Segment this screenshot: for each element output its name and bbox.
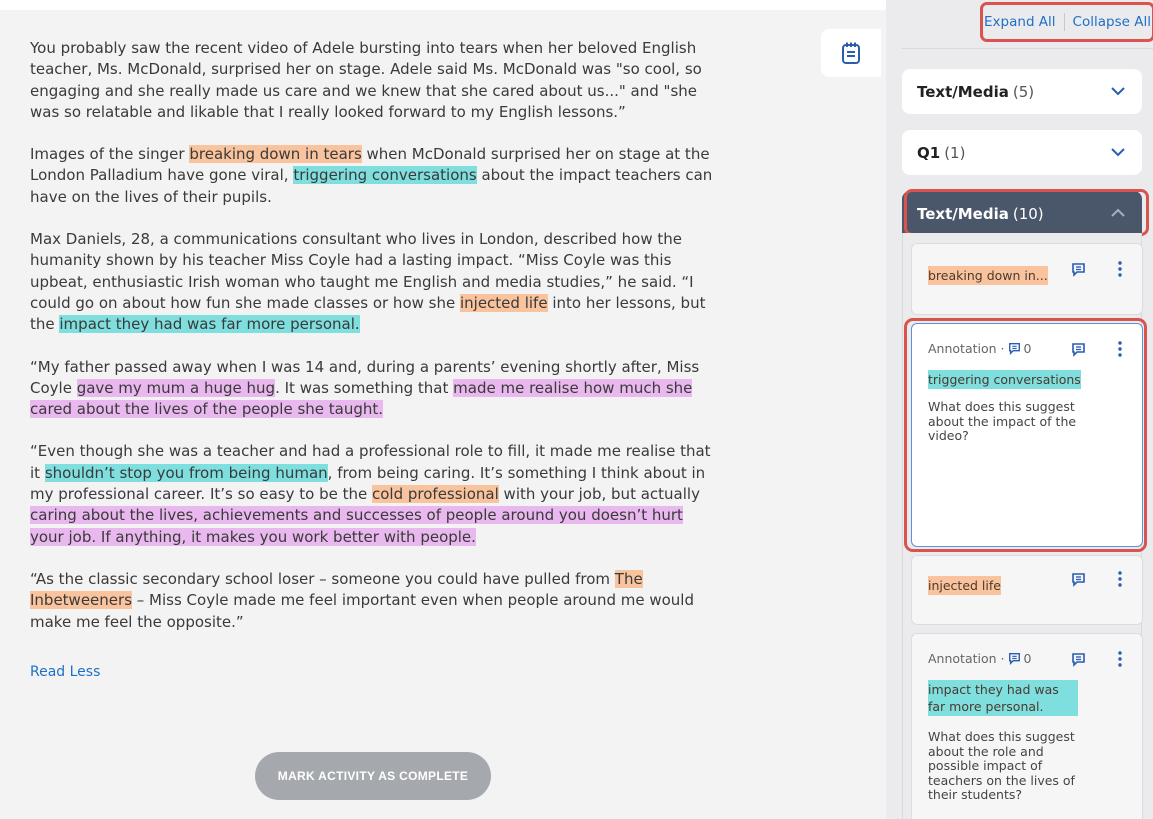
group-count: (10): [1012, 204, 1044, 223]
annotation-card-selected[interactable]: Annotation · 0 triggering conversations …: [911, 323, 1143, 547]
annotation-label: Annotation · 0: [928, 341, 1031, 356]
highlight-injected-life[interactable]: injected life: [459, 293, 548, 312]
expand-collapse-controls: Expand All Collapse All: [980, 2, 1153, 42]
article-text: You probably saw the recent video of Ade…: [30, 38, 720, 654]
group-q1[interactable]: Q1 (1): [902, 130, 1142, 175]
comment-icon[interactable]: [1071, 262, 1086, 277]
comment-icon: [1008, 653, 1020, 665]
text-span: Images of the singer: [30, 145, 190, 164]
paragraph-5: “Even though she was a teacher and had a…: [30, 441, 720, 547]
collapse-all-link[interactable]: Collapse All: [1073, 14, 1151, 30]
top-strip: [0, 0, 886, 10]
paragraph-4: “My father passed away when I was 14 and…: [30, 357, 720, 421]
chevron-up-icon: [1111, 208, 1125, 217]
annotation-note: What does this suggest about the role an…: [928, 729, 1075, 802]
comment-count: 0: [1023, 651, 1032, 666]
annotation-note: What does this suggest about the impact …: [928, 399, 1077, 443]
text-span: “As the classic secondary school loser –…: [30, 569, 615, 588]
paragraph-1: You probably saw the recent video of Ade…: [30, 39, 702, 121]
expand-all-link[interactable]: Expand All: [984, 14, 1056, 30]
annotation-label: Annotation · 0: [928, 651, 1031, 666]
highlight-triggering-conversations[interactable]: triggering conversations: [293, 166, 477, 185]
chevron-down-icon: [1111, 148, 1125, 157]
notes-toggle-button[interactable]: [821, 29, 881, 77]
paragraph-6: “As the classic secondary school loser –…: [30, 569, 720, 633]
annotation-snippet: breaking down in...: [928, 266, 1048, 285]
highlight-being-human[interactable]: shouldn’t stop you from being human: [44, 463, 328, 482]
annotation-card[interactable]: Annotation · 0 impact they had was far m…: [911, 633, 1143, 819]
paragraph-2: Images of the singer breaking down in te…: [30, 144, 720, 208]
highlight-impact-personal[interactable]: impact they had was far more personal.: [59, 315, 360, 334]
annotation-card[interactable]: injected life: [911, 555, 1143, 625]
kebab-menu-icon[interactable]: [1115, 650, 1125, 668]
highlight-breaking-down-in-tears[interactable]: breaking down in tears: [189, 145, 362, 164]
reading-pane: You probably saw the recent video of Ade…: [0, 0, 886, 819]
comment-count: 0: [1023, 341, 1032, 356]
kebab-menu-icon[interactable]: [1115, 340, 1125, 358]
highlight-cold-professional[interactable]: cold professional: [372, 485, 499, 504]
annotation-card[interactable]: breaking down in...: [911, 243, 1143, 315]
kebab-menu-icon[interactable]: [1115, 260, 1125, 278]
group-title: Q1: [917, 143, 941, 162]
group-title: Text/Media: [917, 82, 1009, 101]
text-span: with your job, but actually: [498, 485, 700, 504]
notebook-icon: [842, 42, 860, 64]
annotation-snippet: injected life: [928, 576, 1001, 595]
group-annotations-list: breaking down in... Annotation · 0 trigg…: [902, 233, 1143, 819]
kebab-menu-icon[interactable]: [1115, 570, 1125, 588]
comment-icon[interactable]: [1071, 572, 1086, 587]
paragraph-3: Max Daniels, 28, a communications consul…: [30, 229, 720, 335]
highlight-caring-about-lives[interactable]: caring about the lives, achievements and…: [30, 506, 683, 546]
group-title: Text/Media: [917, 204, 1009, 223]
chevron-down-icon: [1111, 87, 1125, 96]
text-span: . It was something that: [275, 378, 454, 397]
annotation-type: Annotation ·: [928, 651, 1005, 666]
group-text-media-5[interactable]: Text/Media (5): [902, 69, 1142, 114]
annotations-sidebar: Expand All Collapse All Text/Media (5) Q1…: [886, 0, 1153, 819]
sidebar-header: Expand All Collapse All: [902, 0, 1153, 49]
group-count: (1): [944, 143, 966, 162]
annotation-snippet: triggering conversations: [928, 370, 1081, 389]
read-less-link[interactable]: Read Less: [30, 664, 100, 680]
highlight-huge-hug[interactable]: gave my mum a huge hug: [76, 378, 276, 397]
group-count: (5): [1012, 82, 1035, 101]
annotation-type: Annotation ·: [928, 341, 1005, 356]
comment-icon: [1008, 343, 1020, 355]
annotation-snippet: impact they had was far more personal.: [928, 680, 1078, 716]
comment-icon[interactable]: [1071, 652, 1086, 667]
divider: [1063, 13, 1065, 31]
comment-icon[interactable]: [1071, 342, 1086, 357]
mark-complete-button[interactable]: MARK ACTIVITY AS COMPLETE: [255, 752, 491, 800]
group-text-media-10[interactable]: Text/Media (10): [902, 191, 1142, 236]
